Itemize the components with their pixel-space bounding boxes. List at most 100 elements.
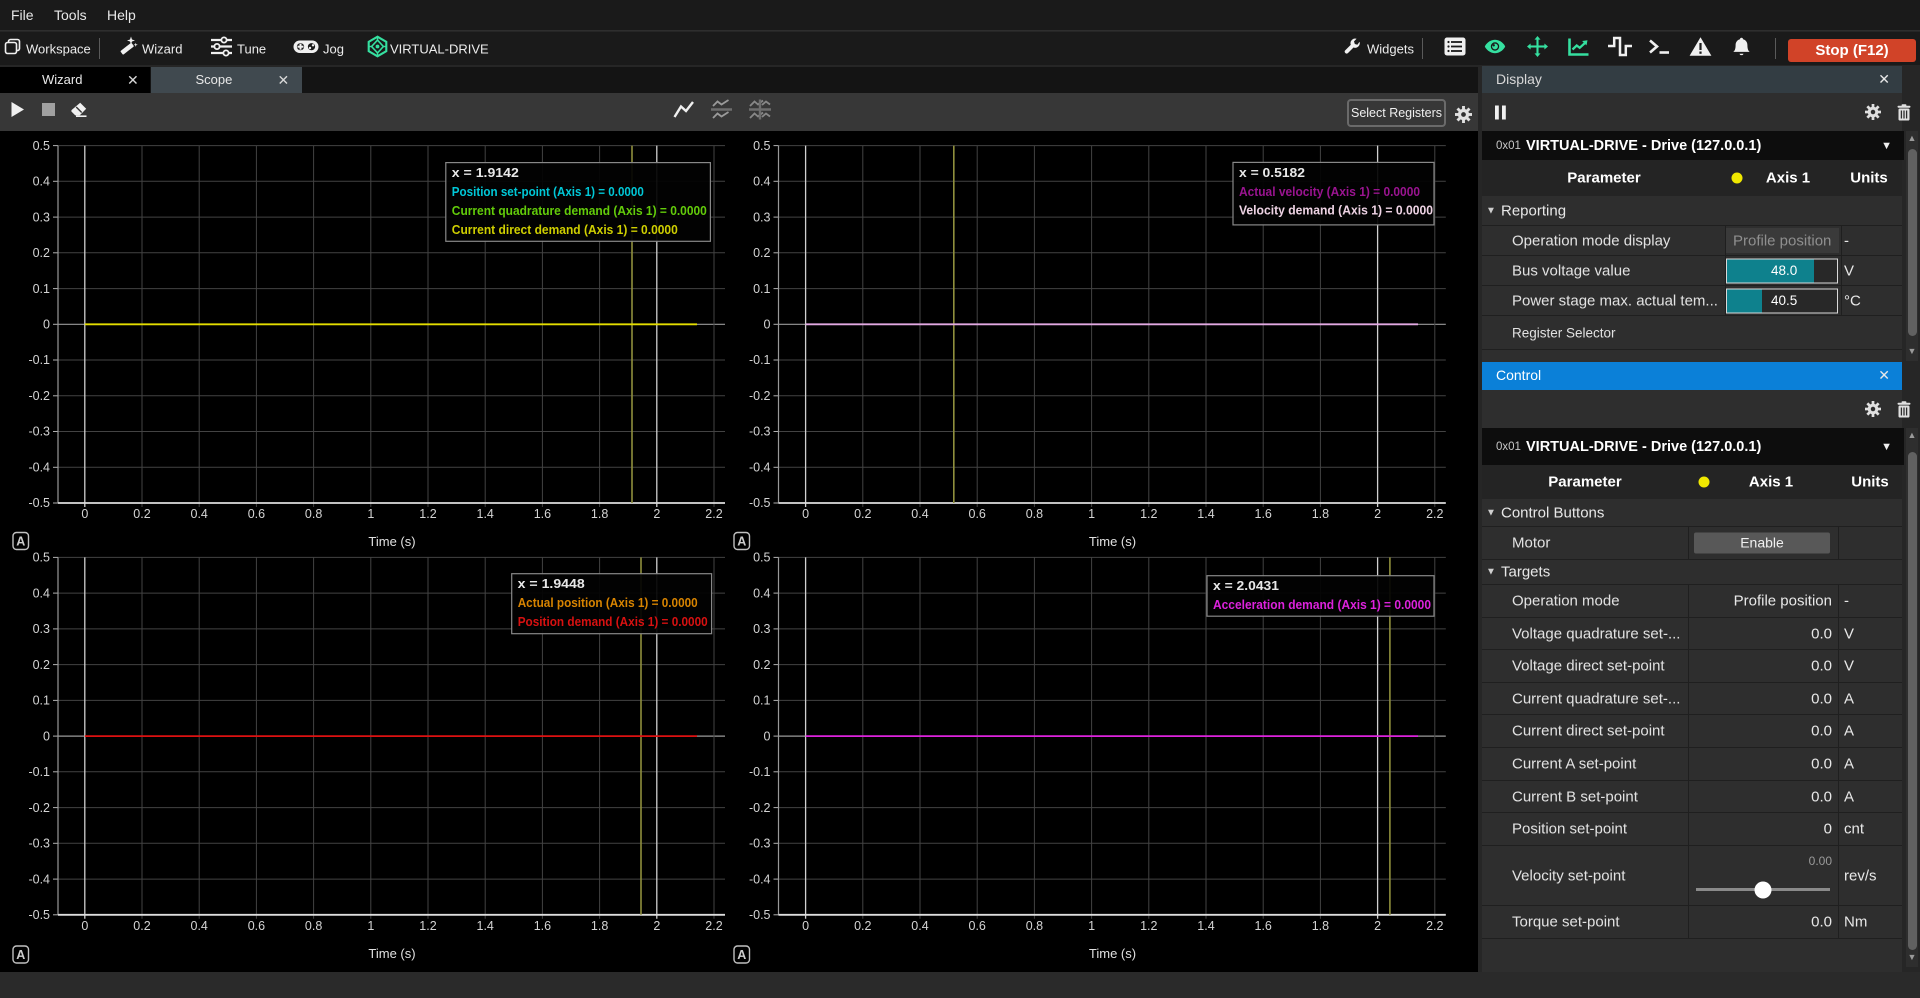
svg-text:-0.5: -0.5 [28, 496, 50, 510]
svg-text:-0.1: -0.1 [28, 765, 50, 779]
svg-text:0.4: 0.4 [33, 175, 50, 189]
svg-text:1.8: 1.8 [591, 507, 608, 521]
svg-text:2.2: 2.2 [705, 919, 722, 933]
svg-text:A: A [16, 948, 25, 962]
svg-text:0.2: 0.2 [33, 246, 50, 260]
svg-text:-0.2: -0.2 [28, 389, 50, 403]
svg-text:0.1: 0.1 [753, 694, 770, 708]
svg-text:1.2: 1.2 [419, 507, 436, 521]
svg-text:2: 2 [1374, 507, 1381, 521]
svg-text:0: 0 [802, 919, 809, 933]
svg-text:-0.4: -0.4 [28, 461, 50, 475]
svg-text:1: 1 [1088, 507, 1095, 521]
svg-text:Position demand (Axis 1) = 0.0: Position demand (Axis 1) = 0.0000 [518, 615, 708, 629]
svg-text:Actual velocity (Axis 1) = 0.0: Actual velocity (Axis 1) = 0.0000 [1239, 185, 1420, 199]
svg-text:Current direct demand (Axis 1): Current direct demand (Axis 1) = 0.0000 [452, 223, 678, 237]
svg-text:0.3: 0.3 [753, 622, 770, 636]
svg-text:0.4: 0.4 [191, 919, 208, 933]
svg-text:-0.5: -0.5 [749, 908, 771, 922]
svg-text:2: 2 [653, 919, 660, 933]
svg-text:0.5: 0.5 [753, 139, 770, 153]
svg-text:1.6: 1.6 [534, 507, 551, 521]
svg-text:2.2: 2.2 [705, 507, 722, 521]
svg-text:Acceleration demand (Axis 1) =: Acceleration demand (Axis 1) = 0.0000 [1213, 598, 1431, 612]
svg-text:0.4: 0.4 [33, 586, 50, 600]
svg-text:0: 0 [802, 507, 809, 521]
svg-text:Velocity demand (Axis 1) = 0.0: Velocity demand (Axis 1) = 0.0000 [1239, 204, 1433, 218]
svg-text:1.4: 1.4 [1197, 919, 1214, 933]
svg-text:0.4: 0.4 [191, 507, 208, 521]
svg-text:0.2: 0.2 [133, 919, 150, 933]
svg-text:-0.2: -0.2 [749, 801, 771, 815]
svg-text:1: 1 [1088, 919, 1095, 933]
svg-text:0.3: 0.3 [33, 622, 50, 636]
svg-text:1.4: 1.4 [477, 507, 494, 521]
svg-text:1.8: 1.8 [1312, 919, 1329, 933]
svg-text:2: 2 [653, 507, 660, 521]
svg-text:0.8: 0.8 [1026, 507, 1043, 521]
svg-text:-0.3: -0.3 [28, 425, 50, 439]
svg-text:-0.5: -0.5 [749, 496, 771, 510]
svg-text:Current quadrature demand (Axi: Current quadrature demand (Axis 1) = 0.0… [452, 204, 707, 218]
svg-text:1.8: 1.8 [591, 919, 608, 933]
svg-text:0.4: 0.4 [911, 919, 928, 933]
svg-text:0.5: 0.5 [33, 551, 50, 565]
svg-text:2: 2 [1374, 919, 1381, 933]
svg-text:-0.3: -0.3 [749, 837, 771, 851]
svg-text:-0.1: -0.1 [749, 353, 771, 367]
svg-text:A: A [16, 535, 25, 549]
svg-text:-0.1: -0.1 [749, 765, 771, 779]
svg-text:2.2: 2.2 [1426, 507, 1443, 521]
svg-text:0.1: 0.1 [753, 282, 770, 296]
svg-text:1.2: 1.2 [1140, 919, 1157, 933]
svg-text:A: A [737, 948, 746, 962]
svg-text:x = 1.9448: x = 1.9448 [518, 577, 585, 591]
svg-text:0.6: 0.6 [969, 507, 986, 521]
svg-text:0: 0 [43, 318, 50, 332]
svg-text:Time (s): Time (s) [1089, 534, 1136, 549]
svg-text:0.2: 0.2 [753, 246, 770, 260]
svg-text:1: 1 [367, 507, 374, 521]
svg-text:1.2: 1.2 [419, 919, 436, 933]
svg-text:0.2: 0.2 [33, 658, 50, 672]
svg-text:0.8: 0.8 [1026, 919, 1043, 933]
svg-text:x = 0.5182: x = 0.5182 [1239, 166, 1305, 180]
svg-text:0.4: 0.4 [753, 586, 770, 600]
svg-text:0.1: 0.1 [33, 694, 50, 708]
svg-text:Position set-point (Axis 1) =: Position set-point (Axis 1) = 0.0000 [452, 185, 644, 199]
svg-text:1.6: 1.6 [1255, 507, 1272, 521]
svg-text:1.6: 1.6 [534, 919, 551, 933]
svg-text:0.2: 0.2 [854, 507, 871, 521]
svg-text:0.5: 0.5 [753, 551, 770, 565]
svg-text:0.3: 0.3 [33, 210, 50, 224]
svg-text:1.6: 1.6 [1255, 919, 1272, 933]
svg-text:2.2: 2.2 [1426, 919, 1443, 933]
svg-text:x = 2.0431: x = 2.0431 [1213, 579, 1279, 593]
svg-text:0.4: 0.4 [753, 175, 770, 189]
svg-text:0.8: 0.8 [305, 507, 322, 521]
svg-text:1.8: 1.8 [1312, 507, 1329, 521]
svg-text:Time (s): Time (s) [1089, 946, 1136, 961]
svg-text:-0.1: -0.1 [28, 353, 50, 367]
svg-text:Actual position (Axis 1) = 0.0: Actual position (Axis 1) = 0.0000 [518, 596, 698, 610]
svg-text:Time (s): Time (s) [368, 946, 415, 961]
svg-text:0.5: 0.5 [33, 139, 50, 153]
svg-text:0.8: 0.8 [305, 919, 322, 933]
svg-text:x = 1.9142: x = 1.9142 [452, 166, 519, 180]
svg-text:Time (s): Time (s) [368, 534, 415, 549]
svg-text:-0.2: -0.2 [749, 389, 771, 403]
svg-text:-0.3: -0.3 [28, 837, 50, 851]
svg-text:0.2: 0.2 [854, 919, 871, 933]
svg-text:0.1: 0.1 [33, 282, 50, 296]
svg-text:-0.4: -0.4 [749, 872, 771, 886]
svg-text:1.2: 1.2 [1140, 507, 1157, 521]
svg-text:0: 0 [43, 729, 50, 743]
svg-text:1.4: 1.4 [477, 919, 494, 933]
svg-text:0.3: 0.3 [753, 210, 770, 224]
svg-text:1: 1 [367, 919, 374, 933]
svg-text:-0.3: -0.3 [749, 425, 771, 439]
svg-text:0: 0 [81, 919, 88, 933]
svg-text:-0.4: -0.4 [28, 872, 50, 886]
svg-text:-0.5: -0.5 [28, 908, 50, 922]
svg-text:0: 0 [81, 507, 88, 521]
